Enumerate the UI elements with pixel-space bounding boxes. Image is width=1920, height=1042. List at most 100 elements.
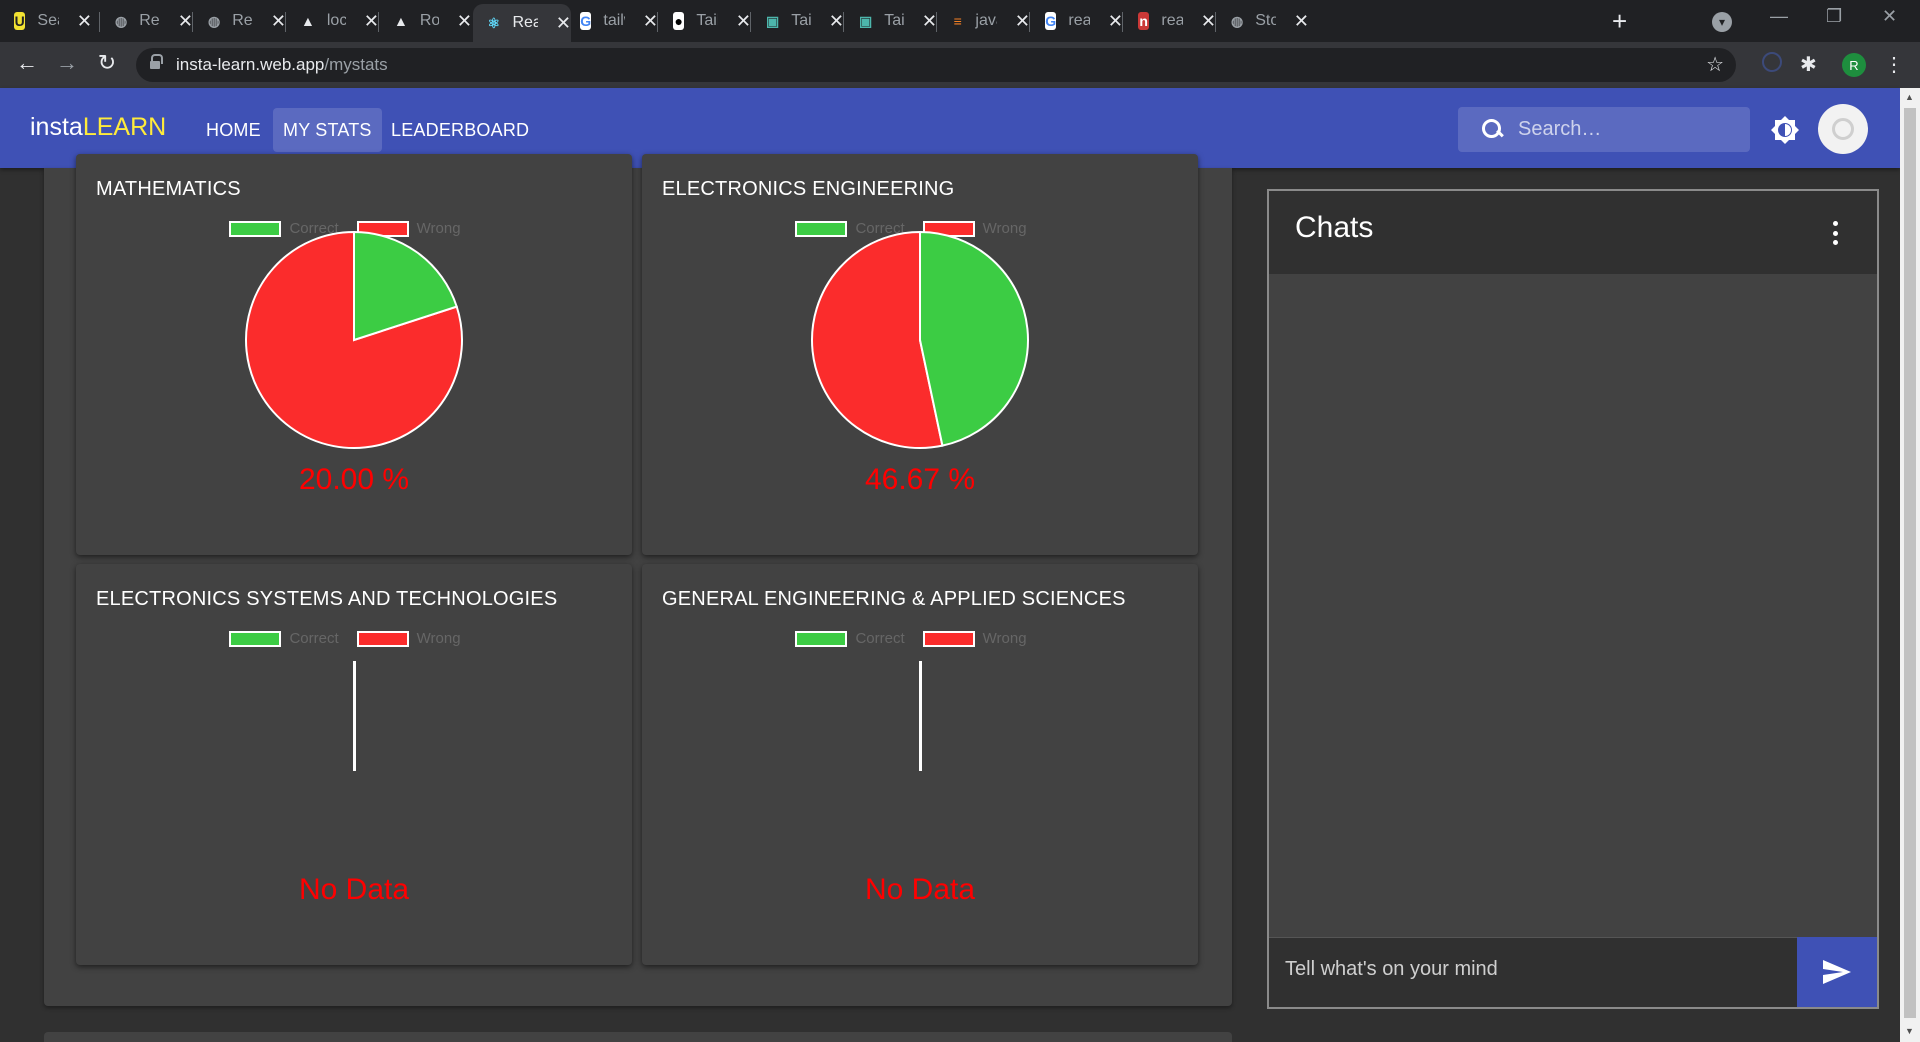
close-tab-icon[interactable]: ✕ <box>77 11 92 32</box>
subject-stat-card: ELECTRONICS ENGINEERING Correct Wrong 46.67… <box>642 154 1198 555</box>
profile-avatar[interactable]: R <box>1842 53 1866 77</box>
legend-label-correct[interactable]: Correct <box>289 630 338 647</box>
legend-label-wrong[interactable]: Wrong <box>417 630 461 647</box>
back-icon[interactable]: ← <box>12 50 42 76</box>
close-tab-icon[interactable]: ✕ <box>643 11 658 32</box>
tab-search-icon[interactable]: ▾ <box>1712 12 1732 32</box>
extension-icon[interactable] <box>1762 52 1782 72</box>
theme-toggle-icon[interactable] <box>1770 115 1800 145</box>
browser-tab[interactable]: ▲ Rome ✕ <box>380 7 472 35</box>
browser-tab[interactable]: ● Tailwind ✕ <box>659 7 751 35</box>
legend-label-correct[interactable]: Correct <box>855 630 904 647</box>
close-tab-icon[interactable]: ✕ <box>1294 11 1309 32</box>
forward-icon[interactable]: → <box>52 50 82 76</box>
minimize-icon[interactable]: — <box>1770 6 1788 27</box>
pie-chart <box>245 230 463 449</box>
new-tab-button[interactable]: + <box>1612 6 1627 37</box>
close-tab-icon[interactable]: ✕ <box>1015 11 1030 32</box>
close-tab-icon[interactable]: ✕ <box>922 11 937 32</box>
close-tab-icon[interactable]: ✕ <box>457 11 472 32</box>
close-tab-icon[interactable]: ✕ <box>1201 11 1216 32</box>
tab-separator <box>1029 12 1030 32</box>
browser-tab[interactable]: ◍ React ✕ <box>194 7 286 35</box>
empty-chart-line <box>353 661 356 771</box>
search-input[interactable] <box>1518 118 1738 141</box>
nav-my-stats[interactable]: MY STATS <box>273 108 382 152</box>
more-options-icon[interactable] <box>1833 221 1839 245</box>
legend-swatch-wrong[interactable] <box>356 630 409 647</box>
page-scrollbar[interactable]: ▲ ▼ <box>1900 88 1920 1042</box>
legend-label-wrong[interactable]: Wrong <box>983 630 1027 647</box>
stats-panel: MATHEMATICS Correct Wrong 20.00 % ELECTRONIC… <box>44 154 1232 1006</box>
tab-title: React <box>512 14 538 31</box>
legend-swatch-correct[interactable] <box>795 630 848 647</box>
browser-tab[interactable]: Greact ✕ <box>1031 7 1123 35</box>
reload-icon[interactable]: ↻ <box>92 50 122 76</box>
triangle-icon: ▲ <box>301 13 315 29</box>
legend-swatch-wrong[interactable] <box>922 630 975 647</box>
tab-title: Story <box>1255 12 1276 29</box>
browser-tab[interactable]: ◍ React ✕ <box>101 7 193 35</box>
close-tab-icon[interactable]: ✕ <box>829 11 844 32</box>
pie-slice-correct[interactable] <box>919 230 1029 447</box>
google-icon: G <box>1045 12 1057 30</box>
book-icon: ▣ <box>859 12 873 29</box>
address-bar[interactable]: insta-learn.web.app/mystats ☆ <box>136 48 1736 82</box>
search-icon <box>1482 118 1504 141</box>
subject-stat-card: GENERAL ENGINEERING & APPLIED SCIENCES Co… <box>642 564 1198 965</box>
tab-separator <box>1215 12 1216 32</box>
browser-tab[interactable]: ⚛React✕ <box>473 4 571 42</box>
chats-header: Chats <box>1269 191 1877 274</box>
globe-icon: ◍ <box>208 12 221 29</box>
send-button[interactable] <box>1797 937 1877 1007</box>
yellow-app-icon: U <box>14 12 26 30</box>
browser-tab[interactable]: ▣ Tailwind ✕ <box>752 7 844 35</box>
bookmark-star-icon[interactable]: ☆ <box>1706 52 1724 77</box>
tab-title: React <box>139 12 160 29</box>
browser-tab[interactable]: ◍ Story ✕ <box>1217 7 1309 35</box>
nav-home[interactable]: HOME <box>196 108 271 152</box>
user-avatar[interactable] <box>1818 104 1868 154</box>
legend-swatch-correct[interactable] <box>229 630 282 647</box>
browser-tab[interactable]: ▣ Tailwind ✕ <box>845 7 937 35</box>
tab-separator <box>99 12 100 32</box>
tab-separator <box>285 12 286 32</box>
scrollbar-thumb[interactable] <box>1904 108 1916 1018</box>
tab-title: Search <box>37 12 59 29</box>
nav-leaderboard[interactable]: LEADERBOARD <box>381 108 539 152</box>
lock-icon <box>150 54 163 71</box>
close-tab-icon[interactable]: ✕ <box>1108 11 1123 32</box>
close-tab-icon[interactable]: ✕ <box>271 11 286 32</box>
tab-separator <box>657 12 658 32</box>
tab-title: React <box>232 12 253 29</box>
browser-tab[interactable]: U Search ✕ <box>0 7 92 35</box>
restore-icon[interactable]: ❐ <box>1826 6 1842 27</box>
chart-legend[interactable]: Correct Wrong <box>76 630 632 647</box>
tab-title: Tailwind <box>791 12 811 29</box>
extensions-puzzle-icon[interactable]: ✱ <box>1800 52 1817 77</box>
tab-separator <box>936 12 937 32</box>
book-icon: ▣ <box>766 12 780 29</box>
send-icon <box>1823 960 1851 984</box>
browser-tab[interactable]: Gtailwind ✕ <box>566 7 658 35</box>
tab-separator <box>378 12 379 32</box>
browser-menu-icon[interactable]: ⋮ <box>1884 52 1904 77</box>
pie-chart <box>811 230 1029 449</box>
browser-tab[interactable]: ≡ javascript ✕ <box>938 7 1030 35</box>
close-tab-icon[interactable]: ✕ <box>178 11 193 32</box>
browser-tab[interactable]: nreact ✕ <box>1124 7 1216 35</box>
chat-message-input[interactable] <box>1285 958 1765 981</box>
scroll-up-icon[interactable]: ▲ <box>1905 92 1914 102</box>
scroll-down-icon[interactable]: ▼ <box>1905 1026 1914 1036</box>
no-data-label: No Data <box>298 873 410 906</box>
close-window-icon[interactable]: ✕ <box>1882 6 1897 27</box>
brand-logo[interactable]: instaLEARN <box>30 113 166 142</box>
close-tab-icon[interactable]: ✕ <box>736 11 751 32</box>
tab-title: react <box>1068 12 1090 29</box>
next-section-edge <box>44 1032 1232 1042</box>
medium-icon: ● <box>673 12 685 30</box>
close-tab-icon[interactable]: ✕ <box>364 11 379 32</box>
chart-legend[interactable]: Correct Wrong <box>642 630 1198 647</box>
browser-tab[interactable]: ▲ localhost ✕ <box>287 7 379 35</box>
url-text: insta-learn.web.app/mystats <box>176 55 388 74</box>
